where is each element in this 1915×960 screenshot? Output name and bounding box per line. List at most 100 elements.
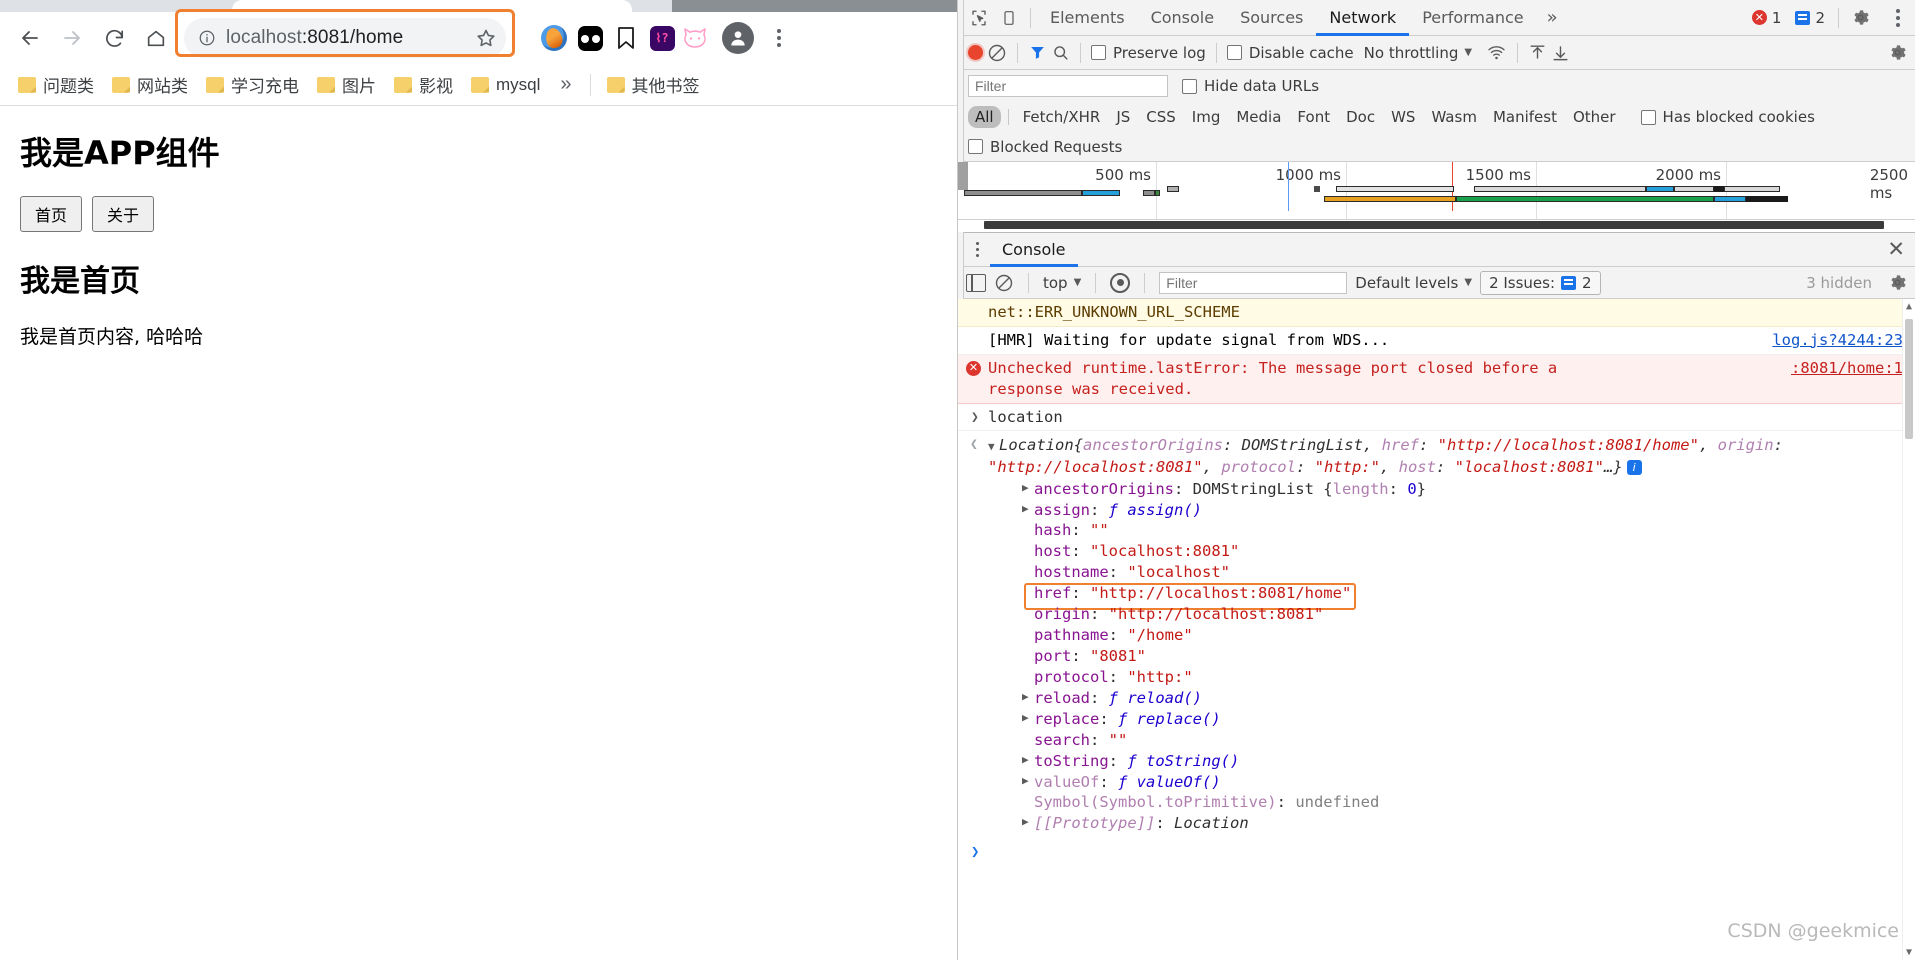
- object-property-row[interactable]: ▶ ancestorOrigins: DOMStringList {length:…: [988, 479, 1903, 500]
- object-property-row[interactable]: Symbol(Symbol.toPrimitive): undefined: [988, 792, 1903, 813]
- resource-type-wasm[interactable]: Wasm: [1424, 106, 1484, 128]
- console-message-source-link[interactable]: log.js?4244:23: [1756, 330, 1903, 351]
- console-scrollbar[interactable]: ▲ ▼: [1902, 299, 1915, 960]
- console-settings-gear-icon[interactable]: [1888, 273, 1907, 292]
- object-property-row[interactable]: port: "8081": [988, 646, 1903, 667]
- object-property-row[interactable]: ▶ assign: ƒ assign(): [988, 500, 1903, 521]
- bookmark-item[interactable]: 学习充电: [198, 68, 307, 101]
- tab-sources[interactable]: Sources: [1227, 0, 1316, 36]
- info-badge-icon[interactable]: i: [1626, 460, 1642, 476]
- address-bar[interactable]: localhost:8081/home: [184, 18, 506, 58]
- hide-data-urls-toggle[interactable]: Hide data URLs: [1182, 77, 1319, 95]
- bookmark-item[interactable]: 问题类: [10, 68, 102, 101]
- expand-triangle-icon[interactable]: ▼: [988, 439, 999, 455]
- filter-funnel-icon[interactable]: [1028, 43, 1047, 62]
- console-prompt[interactable]: ❯: [958, 837, 1915, 860]
- resource-type-css[interactable]: CSS: [1139, 106, 1183, 128]
- object-property-row[interactable]: host: "localhost:8081": [988, 541, 1903, 562]
- object-property-row[interactable]: ▶ [[Prototype]]: Location: [988, 813, 1903, 834]
- message-count-badge[interactable]: 2: [1788, 7, 1832, 29]
- console-context-select[interactable]: top ▼: [1043, 274, 1081, 292]
- object-property-row[interactable]: hash: "": [988, 520, 1903, 541]
- object-property-row[interactable]: search: "": [988, 730, 1903, 751]
- close-drawer-button[interactable]: ✕: [1887, 239, 1905, 260]
- resource-type-ws[interactable]: WS: [1384, 106, 1422, 128]
- expand-triangle-icon[interactable]: ▶: [1022, 481, 1033, 496]
- object-property-row[interactable]: protocol: "http:": [988, 667, 1903, 688]
- back-button[interactable]: [10, 18, 50, 58]
- overview-left-handle[interactable]: [958, 162, 968, 190]
- console-message-list[interactable]: net::ERR_UNKNOWN_URL_SCHEME [HMR] Waitin…: [958, 299, 1915, 960]
- drawer-menu-button[interactable]: [964, 237, 990, 263]
- export-har-icon[interactable]: [1551, 43, 1570, 62]
- scroll-up-arrow-icon[interactable]: ▲: [1903, 301, 1915, 312]
- resource-type-img[interactable]: Img: [1185, 106, 1228, 128]
- devtools-settings-button[interactable]: [1845, 4, 1875, 32]
- expand-triangle-icon[interactable]: ▶: [1022, 774, 1033, 789]
- bookmarks-overflow-button[interactable]: »: [550, 71, 581, 98]
- resource-type-all[interactable]: All: [968, 106, 1001, 128]
- inspect-element-button[interactable]: [964, 4, 994, 32]
- network-settings-gear-icon[interactable]: [1888, 43, 1907, 62]
- object-property-row[interactable]: ▶ replace: ƒ replace(): [988, 709, 1903, 730]
- purple-extension-button[interactable]: ⌇?: [646, 22, 678, 54]
- console-message-info[interactable]: [HMR] Waiting for update signal from WDS…: [958, 327, 1915, 355]
- console-message-error[interactable]: ✕ Unchecked runtime.lastError: The messa…: [958, 354, 1915, 404]
- console-message-warning[interactable]: net::ERR_UNKNOWN_URL_SCHEME: [958, 299, 1915, 327]
- clear-network-button[interactable]: [987, 43, 1007, 63]
- reload-button[interactable]: [94, 18, 134, 58]
- preserve-log-checkbox[interactable]: [1091, 45, 1106, 60]
- preserve-log-toggle[interactable]: Preserve log: [1091, 44, 1206, 62]
- network-conditions-icon[interactable]: [1486, 43, 1507, 62]
- more-tabs-button[interactable]: »: [1537, 7, 1568, 28]
- tab-network[interactable]: Network: [1316, 0, 1409, 36]
- device-toolbar-button[interactable]: [994, 4, 1024, 32]
- object-property-row[interactable]: origin: "http://localhost:8081": [988, 604, 1903, 625]
- object-property-row[interactable]: ▶ reload: ƒ reload(): [988, 688, 1903, 709]
- search-icon[interactable]: [1051, 43, 1070, 62]
- bookmark-item[interactable]: 影视: [386, 68, 461, 101]
- overview-scroll-thumb[interactable]: [984, 221, 1884, 229]
- other-bookmarks-button[interactable]: 其他书签: [599, 68, 708, 101]
- console-filter-input[interactable]: [1159, 271, 1348, 294]
- profile-avatar[interactable]: [722, 22, 754, 54]
- page-button-about[interactable]: 关于: [92, 196, 155, 232]
- bookmark-item[interactable]: 图片: [309, 68, 384, 101]
- resource-type-font[interactable]: Font: [1290, 106, 1337, 128]
- home-button[interactable]: [136, 18, 176, 58]
- error-count-badge[interactable]: ✕ 1: [1745, 7, 1789, 29]
- cat-extension-button[interactable]: [682, 26, 708, 50]
- blocked-requests-checkbox[interactable]: [968, 139, 983, 154]
- drawer-tab-console[interactable]: Console: [990, 233, 1078, 267]
- console-scroll-thumb[interactable]: [1905, 319, 1913, 439]
- browser-menu-button[interactable]: [762, 21, 796, 55]
- page-button-home[interactable]: 首页: [20, 196, 83, 232]
- expand-triangle-icon[interactable]: ▶: [1022, 753, 1033, 768]
- has-blocked-cookies-checkbox[interactable]: [1640, 109, 1656, 125]
- expand-triangle-icon[interactable]: ▶: [1022, 690, 1033, 705]
- resource-type-manifest[interactable]: Manifest: [1486, 106, 1564, 128]
- hide-data-urls-checkbox[interactable]: [1182, 78, 1197, 94]
- site-info-icon[interactable]: [198, 29, 216, 47]
- expand-triangle-icon[interactable]: ▶: [1022, 711, 1033, 726]
- forward-button[interactable]: [52, 18, 92, 58]
- object-property-row[interactable]: ▶ valueOf: ƒ valueOf(): [988, 772, 1903, 793]
- fire-extension-button[interactable]: [538, 22, 570, 54]
- tab-performance[interactable]: Performance: [1409, 0, 1536, 36]
- console-sidebar-toggle[interactable]: [966, 273, 986, 292]
- throttling-select[interactable]: No throttling ▼: [1364, 44, 1472, 62]
- disable-cache-toggle[interactable]: Disable cache: [1226, 44, 1354, 62]
- active-tab[interactable]: [232, 0, 632, 12]
- clear-console-button[interactable]: [994, 273, 1014, 293]
- object-property-row[interactable]: ▶ toString: ƒ toString(): [988, 751, 1903, 772]
- bookmark-item[interactable]: 网站类: [104, 68, 196, 101]
- devtools-menu-button[interactable]: [1881, 1, 1915, 35]
- network-overview-timeline[interactable]: 500 ms 1000 ms 1500 ms 2000 ms 2500 ms: [958, 162, 1915, 220]
- expand-triangle-icon[interactable]: ▶: [1022, 815, 1033, 830]
- disable-cache-checkbox[interactable]: [1226, 45, 1242, 60]
- import-har-icon[interactable]: [1528, 43, 1547, 62]
- live-expression-button[interactable]: [1110, 272, 1131, 293]
- tab-elements[interactable]: Elements: [1037, 0, 1138, 36]
- object-preview[interactable]: ▼ Location{ancestorOrigins: DOMStringList…: [988, 434, 1903, 479]
- expand-triangle-icon[interactable]: ▶: [1022, 502, 1033, 517]
